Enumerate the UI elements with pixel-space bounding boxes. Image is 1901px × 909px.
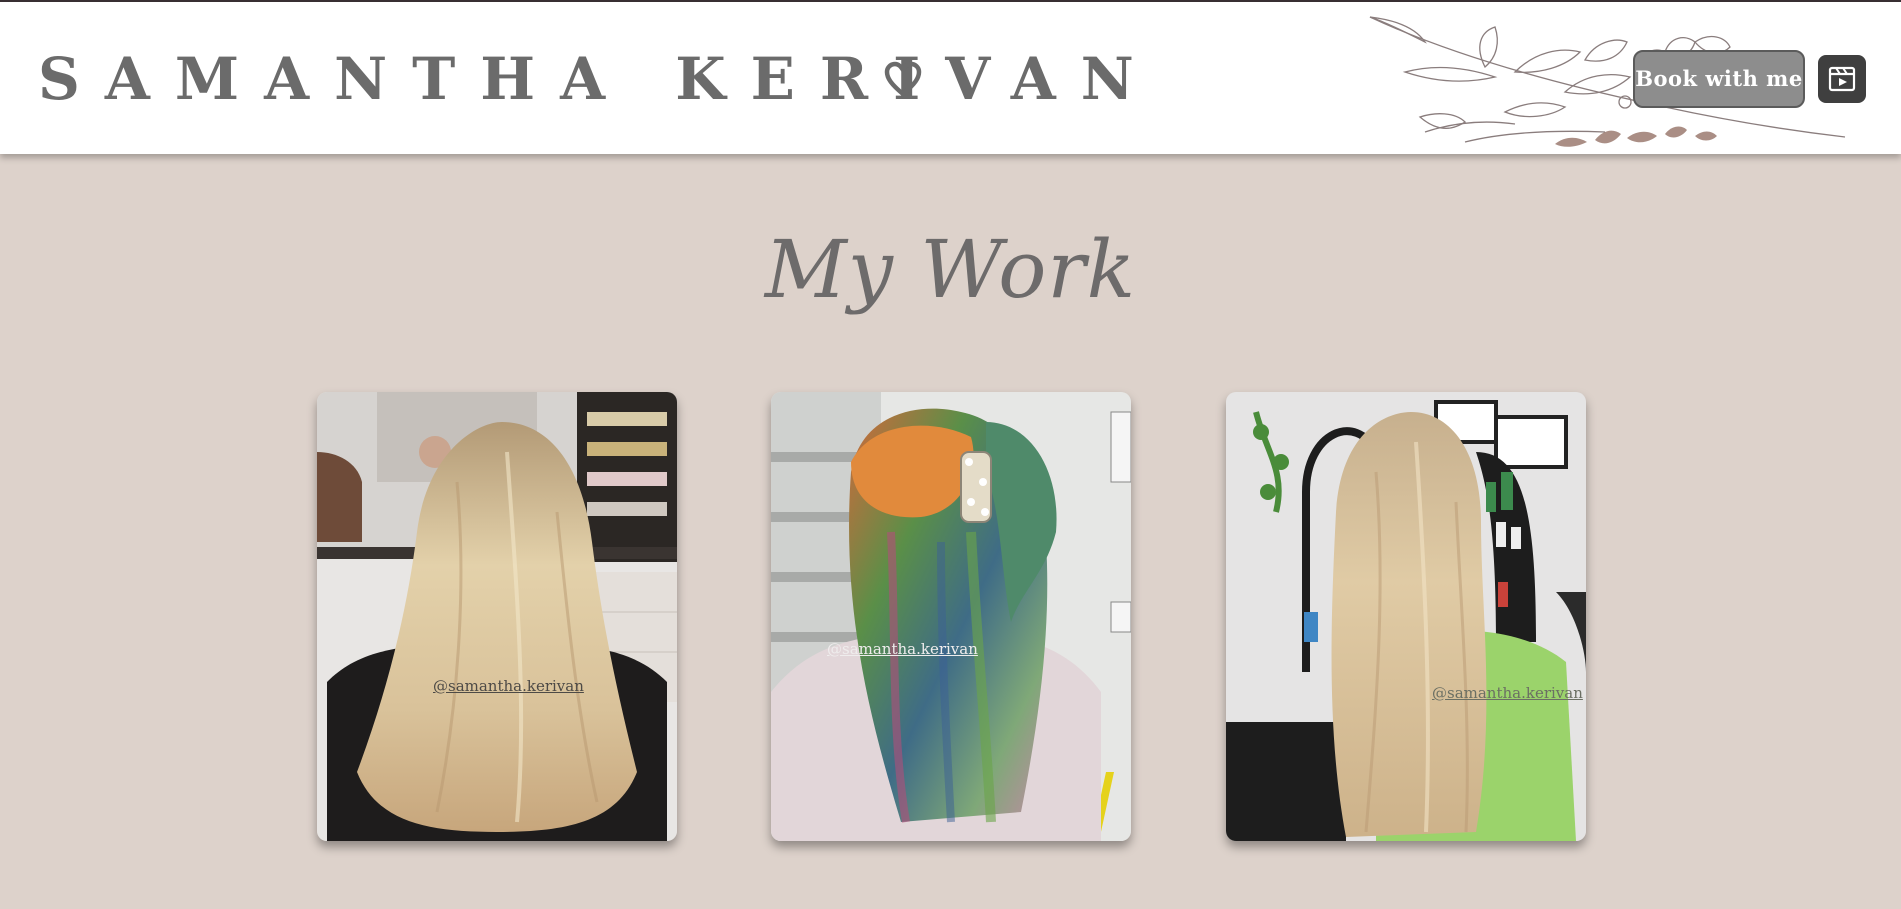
watermark-text: @samantha.kerivan: [1432, 684, 1583, 702]
video-icon: [1828, 66, 1856, 92]
site-header: SAMANTHA KERIVAN Book with me: [0, 2, 1901, 154]
video-button[interactable]: [1818, 55, 1866, 103]
section-title: My Work: [764, 223, 1137, 316]
watermark-text: @samantha.kerivan: [827, 640, 978, 658]
gallery-photo: [771, 392, 1131, 841]
heart-icon: [884, 61, 922, 97]
gallery-photo: [317, 392, 677, 841]
brand-logo[interactable]: SAMANTHA KERIVAN: [38, 44, 1159, 114]
gallery-item-3[interactable]: @samantha.kerivan: [1226, 392, 1586, 841]
book-with-me-button[interactable]: Book with me: [1633, 50, 1805, 108]
gallery-item-2[interactable]: @samantha.kerivan: [771, 392, 1131, 841]
gallery-photo: [1226, 392, 1586, 841]
watermark-text: @samantha.kerivan: [433, 677, 584, 695]
gallery-item-1[interactable]: @samantha.kerivan: [317, 392, 677, 841]
